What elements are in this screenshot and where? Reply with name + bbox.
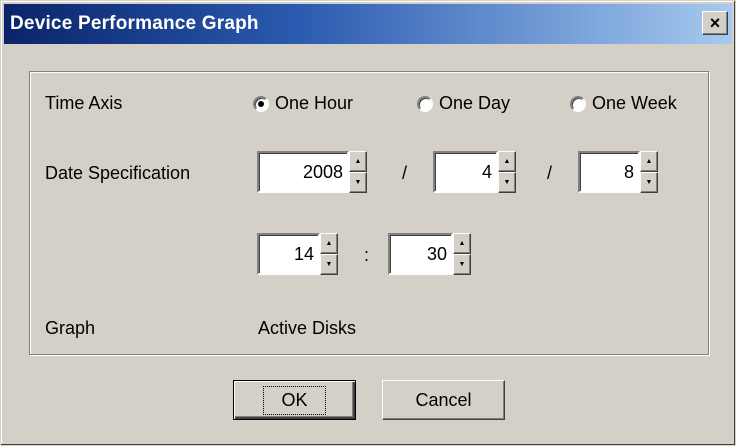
day-down-button[interactable]: ▼: [640, 172, 658, 193]
date-separator: /: [547, 163, 553, 183]
radio-one-hour-label: One Hour: [275, 93, 354, 113]
spin-up-icon: ▲: [645, 158, 653, 165]
radio-unchecked-icon: [417, 95, 433, 112]
year-input[interactable]: 2008: [257, 151, 349, 193]
spin-up-icon: ▲: [458, 240, 466, 247]
close-button[interactable]: ×: [702, 11, 728, 35]
month-down-button[interactable]: ▼: [498, 172, 516, 193]
graph-label: Graph: [45, 318, 96, 338]
month-up-button[interactable]: ▲: [498, 151, 516, 172]
radio-one-day[interactable]: One Day: [417, 93, 510, 114]
title-bar: Device Performance Graph ×: [4, 4, 732, 44]
radio-unchecked-icon: [570, 95, 586, 112]
settings-group: Time Axis One Hour One Day One Week Date…: [29, 71, 709, 355]
radio-one-week[interactable]: One Week: [570, 93, 677, 114]
month-spinner: 4 ▲ ▼: [433, 151, 516, 193]
hour-up-button[interactable]: ▲: [320, 233, 338, 254]
window-title: Device Performance Graph: [10, 13, 259, 34]
day-input[interactable]: 8: [578, 151, 640, 193]
spin-down-icon: ▼: [645, 179, 653, 186]
minute-input[interactable]: 30: [388, 233, 453, 275]
year-spinner: 2008 ▲ ▼: [257, 151, 367, 193]
year-spin-buttons: ▲ ▼: [349, 151, 367, 193]
date-separator: /: [402, 163, 408, 183]
graph-value: Active Disks: [258, 318, 357, 338]
hour-spinner: 14 ▲ ▼: [257, 233, 338, 275]
radio-checked-icon: [253, 95, 269, 112]
spin-down-icon: ▼: [503, 179, 511, 186]
ok-button-label: OK: [263, 385, 326, 415]
day-spinner: 8 ▲ ▼: [578, 151, 658, 193]
year-down-button[interactable]: ▼: [349, 172, 367, 193]
spin-up-icon: ▲: [503, 158, 511, 165]
time-separator: :: [364, 245, 370, 265]
month-spin-buttons: ▲ ▼: [498, 151, 516, 193]
dialog-window: Device Performance Graph × Time Axis One…: [0, 0, 736, 446]
day-up-button[interactable]: ▲: [640, 151, 658, 172]
spin-up-icon: ▲: [354, 158, 362, 165]
radio-one-week-label: One Week: [592, 93, 677, 113]
minute-spin-buttons: ▲ ▼: [453, 233, 471, 275]
radio-one-hour[interactable]: One Hour: [253, 93, 353, 114]
hour-input[interactable]: 14: [257, 233, 320, 275]
day-spin-buttons: ▲ ▼: [640, 151, 658, 193]
month-input[interactable]: 4: [433, 151, 498, 193]
minute-up-button[interactable]: ▲: [453, 233, 471, 254]
date-spec-label: Date Specification: [45, 163, 191, 183]
spin-down-icon: ▼: [325, 261, 333, 268]
year-up-button[interactable]: ▲: [349, 151, 367, 172]
close-icon: ×: [709, 13, 721, 33]
spin-down-icon: ▼: [458, 261, 466, 268]
ok-button[interactable]: OK: [233, 380, 356, 420]
hour-down-button[interactable]: ▼: [320, 254, 338, 275]
hour-spin-buttons: ▲ ▼: [320, 233, 338, 275]
minute-down-button[interactable]: ▼: [453, 254, 471, 275]
spin-down-icon: ▼: [354, 179, 362, 186]
time-axis-label: Time Axis: [45, 93, 123, 113]
spin-up-icon: ▲: [325, 240, 333, 247]
minute-spinner: 30 ▲ ▼: [388, 233, 471, 275]
radio-one-day-label: One Day: [439, 93, 511, 113]
cancel-button-label: Cancel: [415, 389, 472, 410]
cancel-button[interactable]: Cancel: [382, 380, 505, 420]
